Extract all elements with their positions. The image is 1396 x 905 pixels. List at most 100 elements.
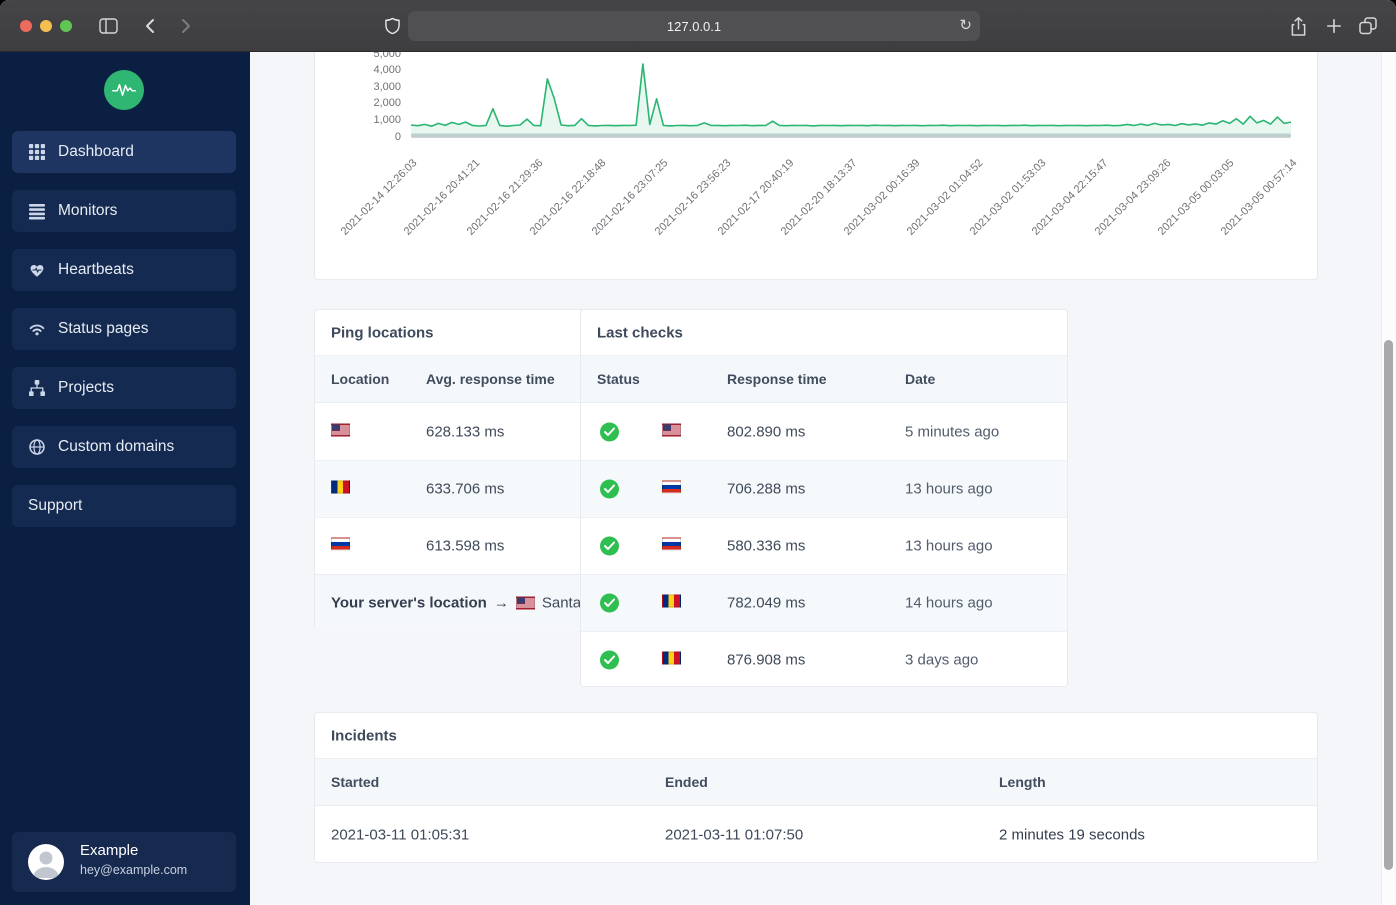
column-header-location: Location bbox=[331, 371, 390, 387]
check-date: 13 hours ago bbox=[905, 537, 993, 555]
y-tick-label: 0 bbox=[394, 130, 401, 143]
grid-icon bbox=[28, 143, 46, 161]
sidebar-item-label: Status pages bbox=[58, 320, 149, 337]
check-date: 3 days ago bbox=[905, 651, 979, 669]
status-ok-icon bbox=[600, 536, 619, 556]
status-ok-icon bbox=[600, 422, 619, 441]
table-row: 802.890 ms 5 minutes ago bbox=[581, 403, 1067, 460]
column-header-length: Length bbox=[999, 774, 1046, 790]
check-date: 13 hours ago bbox=[905, 480, 993, 498]
browser-window: 127.0.0.1 ↻ Dashboard Monitors Heartbeat… bbox=[0, 0, 1396, 905]
column-header-date: Date bbox=[905, 371, 936, 387]
avg-response-value: 613.598 ms bbox=[426, 537, 505, 555]
sidebar-item-label: Support bbox=[28, 497, 83, 514]
incident-length: 2 minutes 19 seconds bbox=[999, 826, 1145, 843]
privacy-shield-icon[interactable] bbox=[380, 14, 404, 38]
sidebar: Dashboard Monitors Heartbeats Status pag… bbox=[0, 52, 250, 905]
check-date: 14 hours ago bbox=[905, 594, 993, 612]
response-time-value: 580.336 ms bbox=[727, 537, 806, 555]
sidebar-item-custom-domains[interactable]: Custom domains bbox=[12, 426, 236, 468]
server-location-label: Your server's location bbox=[331, 594, 487, 611]
sidebar-item-projects[interactable]: Projects bbox=[12, 367, 236, 409]
y-tick-label: 1,000 bbox=[373, 113, 401, 126]
incidents-card: Incidents Started Ended Length 2021-03-1… bbox=[314, 712, 1318, 863]
user-email: hey@example.com bbox=[80, 863, 188, 877]
wifi-icon bbox=[28, 320, 46, 338]
response-time-line-chart bbox=[410, 63, 1292, 138]
incident-started: 2021-03-11 01:05:31 bbox=[331, 826, 470, 843]
sidebar-item-label: Projects bbox=[58, 379, 114, 396]
scrollbar-thumb[interactable] bbox=[1384, 340, 1393, 870]
sidebar-toggle-icon[interactable] bbox=[96, 14, 120, 38]
heart-icon bbox=[28, 261, 46, 279]
us-flag-icon bbox=[515, 596, 535, 609]
sitemap-icon bbox=[28, 379, 46, 397]
table-row: 706.288 ms 13 hours ago bbox=[581, 460, 1067, 517]
sidebar-item-heartbeats[interactable]: Heartbeats bbox=[12, 249, 236, 291]
app-viewport: Dashboard Monitors Heartbeats Status pag… bbox=[0, 52, 1396, 905]
status-ok-icon bbox=[600, 593, 619, 613]
arrow-right-icon: → bbox=[493, 594, 509, 611]
incident-ended: 2021-03-11 01:07:50 bbox=[665, 826, 804, 843]
address-bar[interactable]: 127.0.0.1 ↻ bbox=[408, 11, 980, 41]
share-icon[interactable] bbox=[1286, 14, 1310, 38]
column-header-started: Started bbox=[331, 774, 380, 790]
sidebar-item-monitors[interactable]: Monitors bbox=[12, 190, 236, 232]
sidebar-item-label: Heartbeats bbox=[58, 261, 134, 278]
globe-icon bbox=[28, 438, 46, 456]
sidebar-item-label: Monitors bbox=[58, 202, 118, 219]
card-title: Incidents bbox=[331, 727, 397, 744]
close-window-button[interactable] bbox=[20, 20, 32, 32]
last-checks-card: Last checks Status Response time Date 80… bbox=[580, 309, 1068, 687]
sidebar-item-dashboard[interactable]: Dashboard bbox=[12, 131, 236, 173]
y-tick-label: 2,000 bbox=[373, 97, 401, 110]
sidebar-item-status-pages[interactable]: Status pages bbox=[12, 308, 236, 350]
russia-flag-icon bbox=[331, 537, 350, 551]
user-card[interactable]: Example hey@example.com bbox=[12, 832, 236, 892]
new-tab-icon[interactable] bbox=[1322, 14, 1346, 38]
column-header-response-time: Response time bbox=[727, 371, 827, 387]
user-name: Example bbox=[80, 842, 139, 859]
status-ok-icon bbox=[600, 479, 619, 499]
avg-response-value: 633.706 ms bbox=[426, 480, 505, 498]
response-time-value: 706.288 ms bbox=[727, 480, 806, 498]
response-time-value: 802.890 ms bbox=[727, 423, 806, 440]
url-text: 127.0.0.1 bbox=[666, 18, 722, 34]
response-time-chart-card: 5,000 4,000 3,000 2,000 1,000 0 2021-02-14 12… bbox=[314, 52, 1318, 280]
table-header: Status Response time Date bbox=[581, 356, 1067, 403]
list-icon bbox=[28, 202, 46, 220]
zoom-window-button[interactable] bbox=[60, 20, 72, 32]
check-date: 5 minutes ago bbox=[905, 423, 1000, 440]
response-time-value: 876.908 ms bbox=[727, 651, 806, 669]
status-ok-icon bbox=[600, 650, 619, 670]
y-tick-label: 3,000 bbox=[373, 80, 401, 93]
romania-flag-icon bbox=[662, 651, 681, 665]
romania-flag-icon bbox=[331, 480, 350, 494]
minimize-window-button[interactable] bbox=[40, 20, 52, 32]
column-header-ended: Ended bbox=[665, 774, 708, 790]
app-logo[interactable] bbox=[104, 70, 144, 110]
russia-flag-icon bbox=[662, 480, 681, 494]
sidebar-item-support[interactable]: Support bbox=[12, 485, 236, 527]
sidebar-item-label: Custom domains bbox=[58, 438, 175, 455]
back-icon[interactable] bbox=[138, 14, 162, 38]
russia-flag-icon bbox=[662, 537, 681, 551]
table-header: Started Ended Length bbox=[315, 759, 1317, 806]
browser-toolbar: 127.0.0.1 ↻ bbox=[0, 0, 1396, 52]
table-row: 2021-03-11 01:05:31 2021-03-11 01:07:50 … bbox=[315, 806, 1317, 863]
card-title: Ping locations bbox=[331, 324, 434, 341]
us-flag-icon bbox=[331, 423, 350, 436]
table-row: 876.908 ms 3 days ago bbox=[581, 631, 1067, 688]
scrollbar-track[interactable] bbox=[1381, 52, 1396, 905]
table-row: 782.049 ms 14 hours ago bbox=[581, 574, 1067, 631]
reload-icon[interactable]: ↻ bbox=[959, 16, 972, 36]
tab-overview-icon[interactable] bbox=[1356, 14, 1380, 38]
table-row: 580.336 ms 13 hours ago bbox=[581, 517, 1067, 574]
forward-icon[interactable] bbox=[174, 14, 198, 38]
romania-flag-icon bbox=[662, 594, 681, 608]
us-flag-icon bbox=[662, 423, 681, 436]
response-time-value: 782.049 ms bbox=[727, 594, 806, 612]
y-tick-label: 4,000 bbox=[373, 64, 401, 77]
sidebar-item-label: Dashboard bbox=[58, 143, 134, 160]
column-header-status: Status bbox=[597, 371, 640, 387]
